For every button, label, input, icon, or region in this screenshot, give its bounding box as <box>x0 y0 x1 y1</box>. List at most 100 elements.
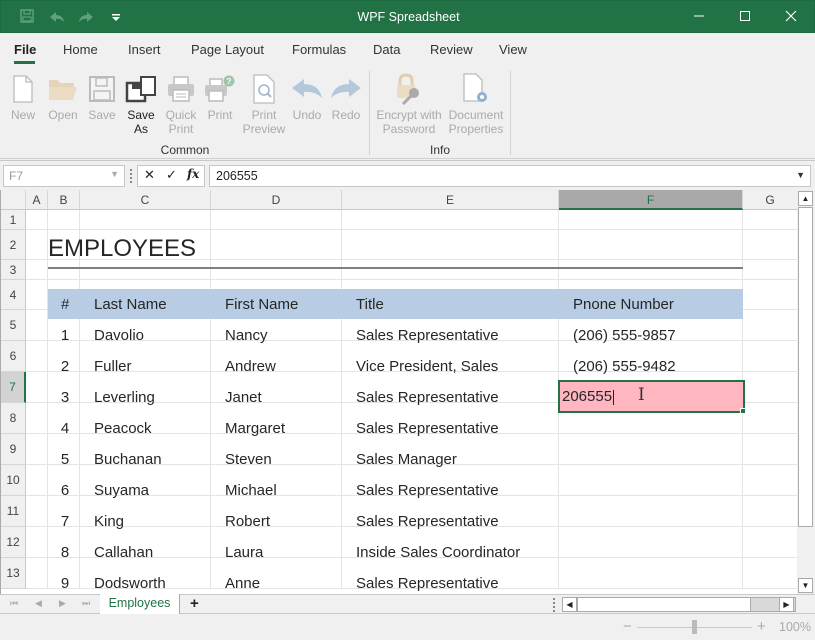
cell-a7[interactable] <box>26 372 48 403</box>
new-button[interactable]: New <box>6 70 40 122</box>
undo-button[interactable]: Undo <box>290 70 324 122</box>
row-header-6[interactable]: 6 <box>1 341 26 372</box>
tab-splitter[interactable] <box>553 598 555 612</box>
row-header-4[interactable]: 4 <box>1 280 26 310</box>
tab-home[interactable]: Home <box>63 42 98 57</box>
select-all-corner[interactable] <box>1 190 26 210</box>
cell-b3[interactable] <box>48 260 80 280</box>
close-button[interactable] <box>768 1 814 34</box>
cell-g4[interactable] <box>743 280 797 310</box>
cell-a6[interactable] <box>26 341 48 372</box>
cell-g1[interactable] <box>743 210 797 230</box>
row-header-1[interactable]: 1 <box>1 210 26 230</box>
confirm-edit-button[interactable]: ✓ <box>166 167 177 183</box>
scroll-down-button[interactable]: ▼ <box>798 578 813 593</box>
tab-formulas[interactable]: Formulas <box>292 42 346 57</box>
cell-c3[interactable] <box>80 260 211 280</box>
previous-sheet-icon[interactable]: ◀ <box>35 598 42 609</box>
cell-g3[interactable] <box>743 260 797 280</box>
cell-a1[interactable] <box>26 210 48 230</box>
column-header-c[interactable]: C <box>80 190 211 210</box>
cell-c1[interactable] <box>80 210 211 230</box>
sheet-tab-employees[interactable]: Employees <box>100 594 180 614</box>
cell-f1[interactable] <box>559 210 743 230</box>
encrypt-with-password-button[interactable]: Encrypt with Password <box>373 70 445 136</box>
cell-f13[interactable] <box>559 558 743 589</box>
cell-g13[interactable] <box>743 558 797 589</box>
column-header-e[interactable]: E <box>342 190 559 210</box>
cell-a3[interactable] <box>26 260 48 280</box>
cell-f11[interactable] <box>559 496 743 527</box>
scroll-right-button[interactable]: ▶ <box>779 597 794 612</box>
cell-d2[interactable] <box>211 230 342 260</box>
cell-a12[interactable] <box>26 527 48 558</box>
open-button[interactable]: Open <box>45 70 81 122</box>
save-as-button[interactable]: Save As <box>122 70 160 136</box>
cell-g9[interactable] <box>743 434 797 465</box>
row-header-9[interactable]: 9 <box>1 434 26 465</box>
cell-e1[interactable] <box>342 210 559 230</box>
cell-e2[interactable] <box>342 230 559 260</box>
scroll-up-button[interactable]: ▲ <box>798 191 813 206</box>
cell-a11[interactable] <box>26 496 48 527</box>
horizontal-scrollbar[interactable]: ◀ ▶ <box>562 597 796 612</box>
last-sheet-icon[interactable]: ⏭ <box>82 598 90 609</box>
expand-formula-icon[interactable]: ▼ <box>796 170 805 180</box>
document-properties-button[interactable]: Document Properties <box>446 70 506 136</box>
add-sheet-button[interactable]: + <box>190 595 199 612</box>
cell-g6[interactable] <box>743 341 797 372</box>
scroll-left-button[interactable]: ◀ <box>562 597 577 612</box>
cell-g5[interactable] <box>743 310 797 341</box>
cell-f9[interactable] <box>559 434 743 465</box>
zoom-slider-thumb[interactable] <box>692 620 697 634</box>
cell-f2[interactable] <box>559 230 743 260</box>
row-header-12[interactable]: 12 <box>1 527 26 558</box>
tab-data[interactable]: Data <box>373 42 400 57</box>
tab-review[interactable]: Review <box>430 42 473 57</box>
cell-d1[interactable] <box>211 210 342 230</box>
cell-g2[interactable] <box>743 230 797 260</box>
column-header-g[interactable]: G <box>743 190 797 210</box>
first-sheet-icon[interactable]: ⏮ <box>10 598 18 609</box>
fill-handle[interactable] <box>740 408 746 414</box>
row-header-11[interactable]: 11 <box>1 496 26 527</box>
cell-a9[interactable] <box>26 434 48 465</box>
tab-view[interactable]: View <box>499 42 527 57</box>
cell-a2[interactable] <box>26 230 48 260</box>
print-preview-button[interactable]: Print Preview <box>241 70 287 136</box>
resize-grip[interactable] <box>130 169 132 183</box>
row-header-10[interactable]: 10 <box>1 465 26 496</box>
minimize-button[interactable] <box>676 1 722 34</box>
zoom-in-button[interactable]: + <box>757 618 766 635</box>
tab-insert[interactable]: Insert <box>128 42 161 57</box>
row-header-2[interactable]: 2 <box>1 230 26 260</box>
row-header-13[interactable]: 13 <box>1 558 26 589</box>
cell-f12[interactable] <box>559 527 743 558</box>
insert-function-button[interactable]: fx <box>187 167 199 181</box>
cell-a8[interactable] <box>26 403 48 434</box>
column-header-f[interactable]: F <box>559 190 743 210</box>
column-header-d[interactable]: D <box>211 190 342 210</box>
formula-input[interactable]: 206555 ▼ <box>209 165 811 187</box>
print-button[interactable]: ? Print <box>202 70 238 122</box>
name-box[interactable]: F7 ▼ <box>3 165 125 187</box>
cancel-edit-button[interactable]: ✕ <box>144 167 155 183</box>
cell-f10[interactable] <box>559 465 743 496</box>
cell-g12[interactable] <box>743 527 797 558</box>
vertical-scroll-thumb[interactable] <box>798 207 813 527</box>
row-header-3[interactable]: 3 <box>1 260 26 280</box>
active-cell-editor[interactable]: 206555 <box>558 380 745 413</box>
save-button[interactable]: Save <box>86 70 118 122</box>
cell-g10[interactable] <box>743 465 797 496</box>
column-header-b[interactable]: B <box>48 190 80 210</box>
cell-g11[interactable] <box>743 496 797 527</box>
vertical-scrollbar[interactable]: ▲ ▼ <box>797 190 815 594</box>
cell-d3[interactable] <box>211 260 342 280</box>
row-header-5[interactable]: 5 <box>1 310 26 341</box>
cell-b1[interactable] <box>48 210 80 230</box>
column-header-a[interactable]: A <box>26 190 48 210</box>
cell-g7[interactable] <box>743 372 797 403</box>
cell-a13[interactable] <box>26 558 48 589</box>
cell-f3[interactable] <box>559 260 743 280</box>
maximize-button[interactable] <box>722 1 768 34</box>
